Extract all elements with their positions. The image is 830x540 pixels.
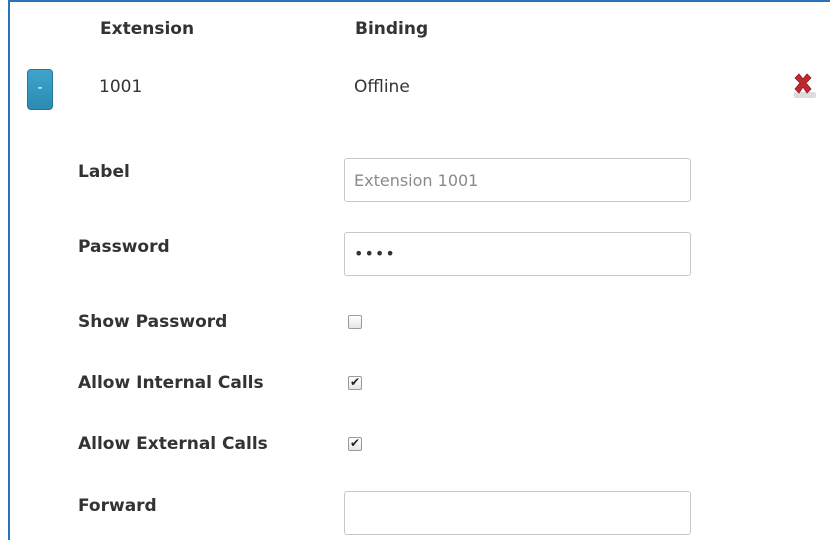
allow-internal-calls-label: Allow Internal Calls	[78, 373, 264, 393]
allow-external-calls-checkbox[interactable]: ✔	[348, 436, 362, 451]
password-masked-value: ••••	[354, 244, 396, 263]
checkmark-icon: ✔	[350, 436, 361, 450]
forward-input[interactable]	[344, 491, 691, 535]
binding-column-header: Binding	[355, 19, 429, 39]
allow-internal-calls-checkbox[interactable]: ✔	[348, 375, 362, 390]
forward-field-label: Forward	[78, 496, 157, 516]
label-input[interactable]	[344, 158, 691, 202]
password-input[interactable]: ••••	[344, 232, 691, 276]
allow-external-calls-label: Allow External Calls	[78, 434, 268, 454]
checkmark-icon: ✔	[350, 375, 361, 389]
password-field-label: Password	[78, 237, 170, 257]
delete-icon[interactable]	[791, 72, 815, 96]
label-field-label: Label	[78, 162, 130, 182]
collapse-button[interactable]: -	[27, 69, 53, 110]
show-password-checkbox[interactable]	[348, 315, 362, 329]
show-password-label: Show Password	[78, 312, 228, 332]
binding-status: Offline	[354, 77, 410, 97]
extension-column-header: Extension	[100, 19, 195, 39]
extension-number: 1001	[99, 77, 143, 97]
